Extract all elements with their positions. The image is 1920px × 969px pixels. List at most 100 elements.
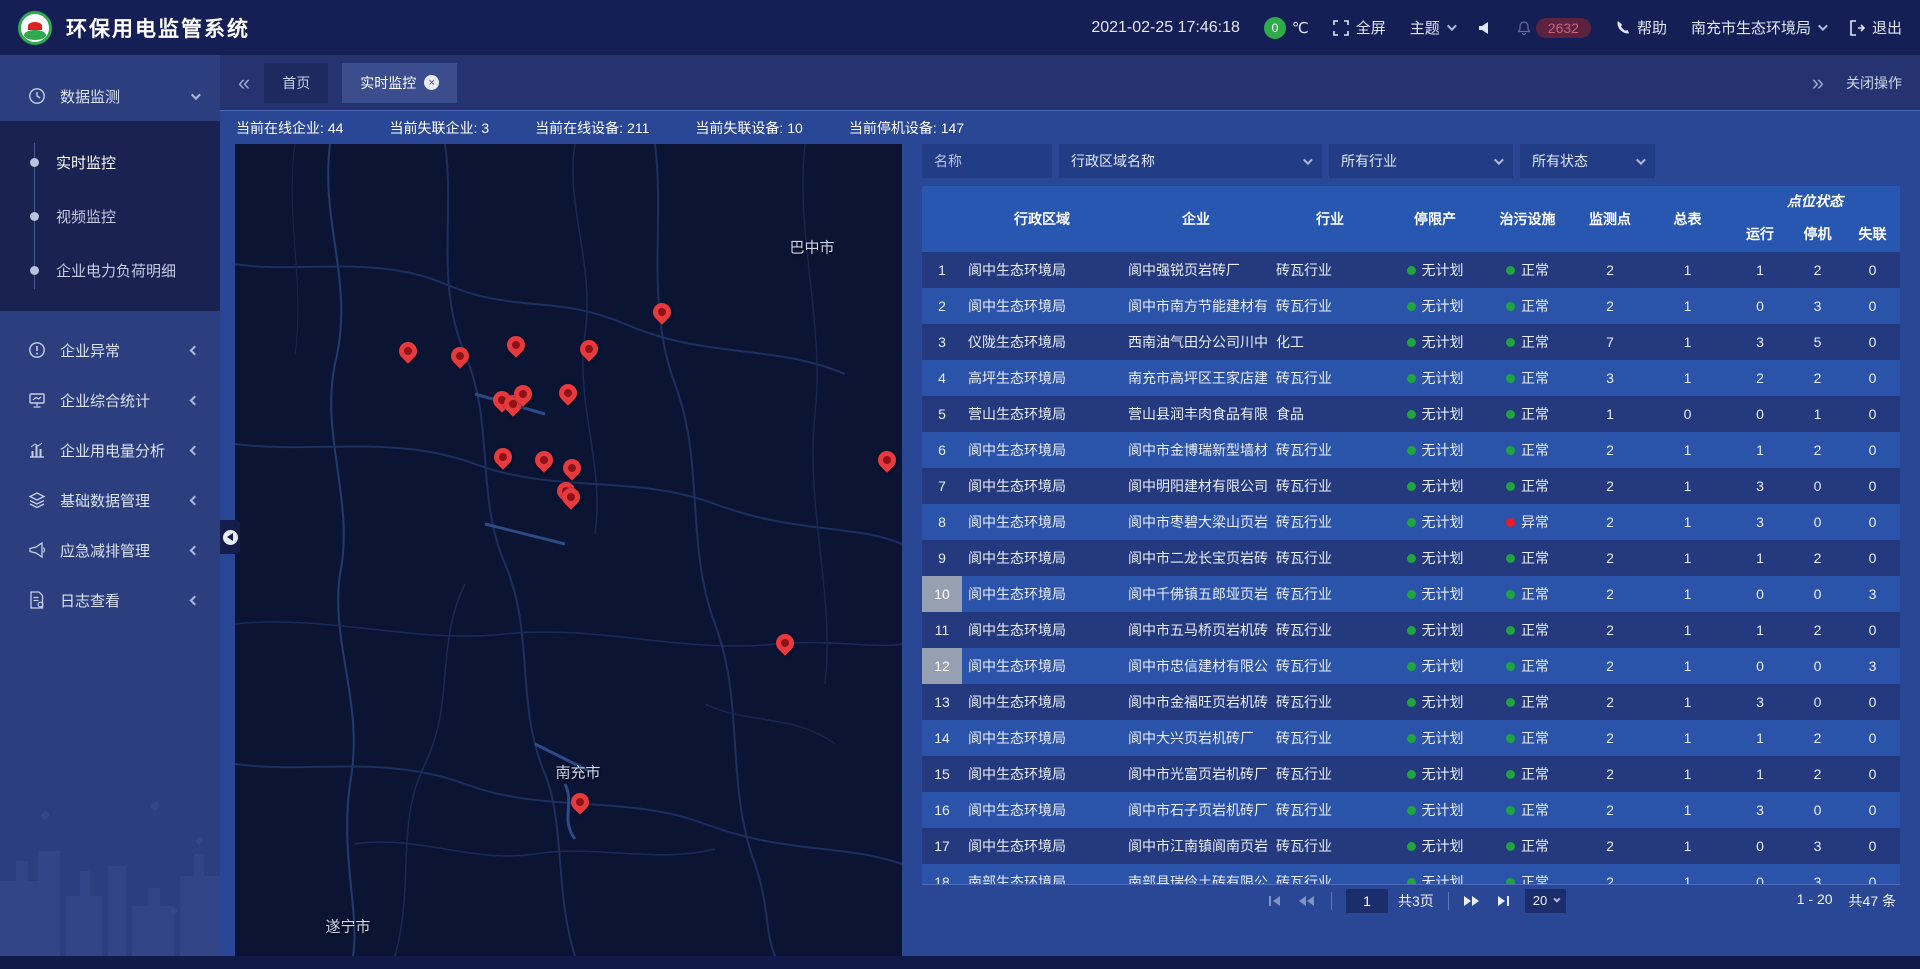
map-pin-icon[interactable] bbox=[398, 341, 418, 367]
table-row[interactable]: 12 阆中生态环境局 阆中市忠信建材有限公 砖瓦行业 无计划 正常 bbox=[922, 648, 1900, 684]
industry-cell: 砖瓦行业 bbox=[1270, 612, 1390, 648]
sidebar-item-log-view[interactable]: 日志查看 bbox=[0, 575, 220, 625]
name-filter-input[interactable] bbox=[922, 144, 1052, 178]
table-row[interactable]: 2 阆中生态环境局 阆中市南方节能建材有 砖瓦行业 无计划 正常 bbox=[922, 288, 1900, 324]
sidebar-item-basic-data-management[interactable]: 基础数据管理 bbox=[0, 475, 220, 525]
table-row[interactable]: 5 营山生态环境局 营山县润丰肉食品有限 食品 无计划 正常 bbox=[922, 396, 1900, 432]
sidebar-item-realtime-monitor[interactable]: 实时监控 bbox=[0, 135, 220, 189]
map-pin-icon[interactable] bbox=[513, 384, 533, 410]
mute-speaker-button[interactable] bbox=[1478, 21, 1492, 35]
status-filter-select[interactable]: 所有状态 bbox=[1520, 144, 1655, 178]
next-page-button[interactable] bbox=[1463, 894, 1481, 908]
table-row[interactable]: 9 阆中生态环境局 阆中市二龙长宝页岩砖 砖瓦行业 无计划 正常 bbox=[922, 540, 1900, 576]
filter-row: 行政区域名称 所有行业 所有状态 bbox=[922, 144, 1900, 178]
chevron-down-icon bbox=[1447, 21, 1457, 31]
tabs-scroll-left-button[interactable]: « bbox=[238, 72, 250, 94]
table-row[interactable]: 13 阆中生态环境局 阆中市金福旺页岩机砖 砖瓦行业 无计划 正常 bbox=[922, 684, 1900, 720]
table-row[interactable]: 16 阆中生态环境局 阆中市石子页岩机砖厂 砖瓦行业 无计划 正常 bbox=[922, 792, 1900, 828]
stopped-cell: 2 bbox=[1790, 612, 1845, 648]
page-input[interactable] bbox=[1346, 889, 1388, 913]
total-pages-label: 共3页 bbox=[1398, 891, 1434, 911]
meters-cell: 1 bbox=[1645, 288, 1730, 324]
sidebar-item-power-load-detail[interactable]: 企业电力负荷明细 bbox=[0, 243, 220, 297]
table-row[interactable]: 18 南部生态环境局 南部县瑞伶土砖有限公 砖瓦行业 无计划 正常 bbox=[922, 864, 1900, 884]
map-pin-icon[interactable] bbox=[570, 792, 590, 818]
table-row[interactable]: 17 阆中生态环境局 阆中市江南镇阆南页岩 砖瓦行业 无计划 正常 bbox=[922, 828, 1900, 864]
table-row[interactable]: 8 阆中生态环境局 阆中市枣碧大梁山页岩 砖瓦行业 无计划 异常 bbox=[922, 504, 1900, 540]
app-title: 环保用电监管系统 bbox=[66, 13, 250, 43]
sidebar-item-enterprise-abnormal[interactable]: 企业异常 bbox=[0, 325, 220, 375]
map-pin-icon[interactable] bbox=[775, 633, 795, 659]
tab-realtime-monitor[interactable]: 实时监控 × bbox=[342, 63, 457, 103]
stopped-cell: 2 bbox=[1790, 720, 1845, 756]
notification-count-badge: 2632 bbox=[1536, 18, 1591, 38]
map-pin-icon[interactable] bbox=[877, 450, 897, 476]
sidebar-item-data-monitoring[interactable]: 数据监测 bbox=[0, 71, 220, 121]
map-pin-icon[interactable] bbox=[534, 450, 554, 476]
first-page-button[interactable] bbox=[1267, 894, 1283, 908]
chevron-down-icon bbox=[1303, 155, 1313, 165]
tab-home[interactable]: 首页 bbox=[264, 63, 328, 103]
production-cell: 无计划 bbox=[1390, 612, 1480, 648]
logout-button[interactable]: 退出 bbox=[1849, 17, 1902, 38]
map-pin-icon[interactable] bbox=[579, 339, 599, 365]
col-running: 运行 bbox=[1730, 216, 1790, 252]
organization-menu[interactable]: 南充市生态环境局 bbox=[1691, 17, 1825, 38]
help-button[interactable]: 帮助 bbox=[1615, 17, 1667, 38]
status-dot-icon bbox=[1506, 410, 1515, 419]
sidebar-item-enterprise-statistics[interactable]: 企业综合统计 bbox=[0, 375, 220, 425]
row-index: 12 bbox=[922, 648, 962, 684]
status-dot-icon bbox=[1506, 338, 1515, 347]
col-company: 企业 bbox=[1122, 186, 1270, 252]
facility-cell: 正常 bbox=[1480, 684, 1575, 720]
table-row[interactable]: 6 阆中生态环境局 阆中市金博瑞新型墙材 砖瓦行业 无计划 正常 bbox=[922, 432, 1900, 468]
close-operations-button[interactable]: 关闭操作 bbox=[1846, 73, 1902, 93]
map-pin-icon[interactable] bbox=[652, 302, 672, 328]
status-dot-icon bbox=[1506, 734, 1515, 743]
theme-menu[interactable]: 主题 bbox=[1410, 17, 1454, 38]
table-row[interactable]: 15 阆中生态环境局 阆中市光富页岩机砖厂 砖瓦行业 无计划 正常 bbox=[922, 756, 1900, 792]
stopped-cell: 5 bbox=[1790, 324, 1845, 360]
sidebar-collapse-handle[interactable] bbox=[220, 520, 240, 554]
points-cell: 2 bbox=[1575, 468, 1645, 504]
production-cell: 无计划 bbox=[1390, 576, 1480, 612]
previous-page-button[interactable] bbox=[1297, 894, 1315, 908]
sidebar-item-emergency-reduction[interactable]: 应急减排管理 bbox=[0, 525, 220, 575]
production-cell: 无计划 bbox=[1390, 468, 1480, 504]
table-row[interactable]: 7 阆中生态环境局 阆中明阳建材有限公司 砖瓦行业 无计划 正常 bbox=[922, 468, 1900, 504]
chevron-down-icon bbox=[1494, 155, 1504, 165]
table-row[interactable]: 14 阆中生态环境局 阆中大兴页岩机砖厂 砖瓦行业 无计划 正常 bbox=[922, 720, 1900, 756]
chevron-left-icon bbox=[190, 495, 200, 505]
map[interactable]: 巴中市南充市遂宁市 bbox=[235, 144, 902, 956]
region-filter-select[interactable]: 行政区域名称 bbox=[1059, 144, 1322, 178]
fullscreen-button[interactable]: 全屏 bbox=[1333, 17, 1386, 38]
app-header: 环保用电监管系统 2021-02-25 17:46:18 0 ℃ 全屏 主题 2… bbox=[0, 0, 1920, 55]
map-pin-icon[interactable] bbox=[506, 335, 526, 361]
table-row[interactable]: 10 阆中生态环境局 阆中千佛镇五郎垭页岩 砖瓦行业 无计划 正常 bbox=[922, 576, 1900, 612]
tabs-scroll-right-button[interactable]: » bbox=[1812, 72, 1824, 94]
sidebar-item-video-monitor[interactable]: 视频监控 bbox=[0, 189, 220, 243]
map-pin-icon[interactable] bbox=[561, 487, 581, 513]
company-cell: 阆中大兴页岩机砖厂 bbox=[1122, 720, 1270, 756]
table-row[interactable]: 11 阆中生态环境局 阆中市五马桥页岩机砖 砖瓦行业 无计划 正常 bbox=[922, 612, 1900, 648]
chevron-down-icon bbox=[191, 90, 201, 100]
industry-cell: 砖瓦行业 bbox=[1270, 756, 1390, 792]
map-pin-icon[interactable] bbox=[450, 346, 470, 372]
sidebar-item-power-usage-analysis[interactable]: 企业用电量分析 bbox=[0, 425, 220, 475]
meters-cell: 1 bbox=[1645, 540, 1730, 576]
map-pin-icon[interactable] bbox=[558, 383, 578, 409]
region-cell: 阆中生态环境局 bbox=[962, 468, 1122, 504]
industry-filter-select[interactable]: 所有行业 bbox=[1329, 144, 1513, 178]
notification-button[interactable]: 2632 bbox=[1516, 18, 1591, 38]
region-cell: 阆中生态环境局 bbox=[962, 288, 1122, 324]
bell-icon bbox=[1516, 20, 1532, 36]
table-row[interactable]: 3 仪陇生态环境局 西南油气田分公司川中 化工 无计划 正常 bbox=[922, 324, 1900, 360]
close-icon[interactable]: × bbox=[424, 75, 439, 90]
page-size-select[interactable]: 20 bbox=[1525, 889, 1566, 913]
last-page-button[interactable] bbox=[1495, 894, 1511, 908]
table-row[interactable]: 1 阆中生态环境局 阆中强锐页岩砖厂 砖瓦行业 无计划 正常 bbox=[922, 252, 1900, 288]
bullet-dot-icon bbox=[30, 212, 39, 221]
points-cell: 2 bbox=[1575, 720, 1645, 756]
map-pin-icon[interactable] bbox=[493, 447, 513, 473]
table-row[interactable]: 4 高坪生态环境局 南充市高坪区王家店建 砖瓦行业 无计划 正常 bbox=[922, 360, 1900, 396]
